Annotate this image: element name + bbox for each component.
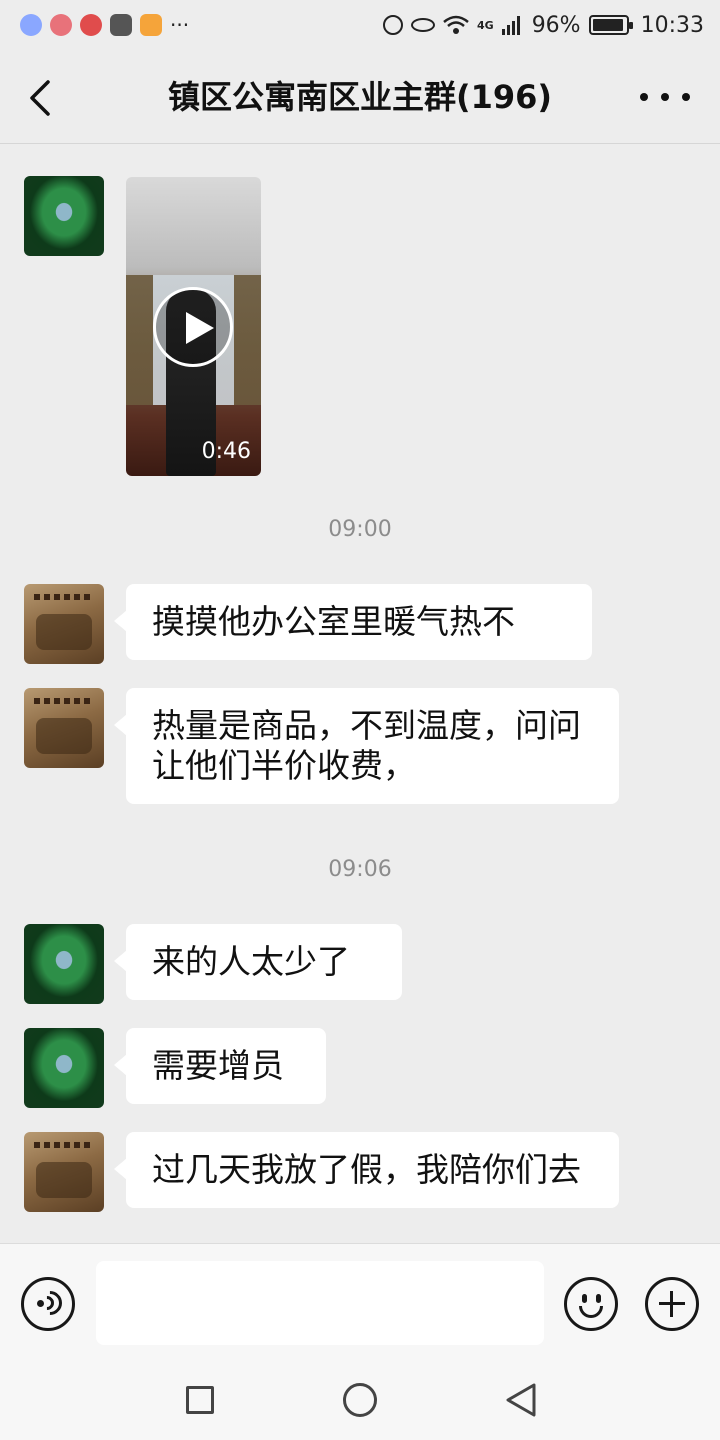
more-options-icon[interactable] (640, 80, 690, 114)
message-bubble[interactable]: 摸摸他办公室里暖气热不 (114, 584, 592, 660)
timestamp: 09:06 (328, 857, 392, 882)
input-bar (0, 1243, 720, 1360)
recent-apps-icon[interactable] (186, 1386, 214, 1414)
alarm-icon (383, 15, 403, 35)
system-navigation-bar (0, 1360, 720, 1440)
dot (640, 93, 648, 101)
emoji-eye (596, 1294, 601, 1303)
signal-icon (501, 16, 520, 35)
video-message[interactable]: 0:46 (126, 177, 261, 476)
voice-arc (33, 1286, 67, 1320)
notification-icons: ··· (20, 13, 383, 37)
battery-level-fill (592, 19, 624, 31)
book-avatar[interactable] (24, 584, 104, 664)
app-notification-icon (110, 14, 132, 36)
emoji-mouth (579, 1306, 603, 1318)
message-bubble[interactable]: 来的人太少了 (114, 924, 402, 1000)
eye-comfort-icon (411, 18, 435, 32)
plus-icon[interactable] (645, 1277, 699, 1331)
message-input[interactable] (96, 1261, 544, 1345)
dot (661, 93, 669, 101)
plus-bar (670, 1291, 673, 1317)
battery-icon (588, 15, 633, 35)
message-list[interactable]: 0:46 09:00 摸摸他办公室里暖气热不 热量是商品，不到温度，问问让他们半… (0, 145, 720, 1243)
group-chat-title: 镇区公寓南区业主群(196) (167, 78, 553, 116)
chat-header: 镇区公寓南区业主群(196) (0, 50, 720, 144)
wifi-icon (443, 15, 469, 34)
play-icon[interactable] (153, 287, 233, 367)
message-bubble[interactable]: 热量是商品，不到温度，问问让他们半价收费， (114, 688, 619, 804)
home-icon[interactable] (343, 1383, 377, 1417)
battery-percent: 96% (531, 12, 581, 38)
book-avatar[interactable] (24, 1132, 104, 1212)
emoji-eye (582, 1294, 587, 1303)
lotus-avatar[interactable] (24, 924, 104, 1004)
back-arrow-icon[interactable] (22, 76, 62, 120)
book-avatar[interactable] (24, 688, 104, 768)
clock: 10:33 (640, 12, 704, 38)
back-icon[interactable] (504, 1382, 538, 1418)
dot (682, 93, 690, 101)
app-notification-icon (50, 14, 72, 36)
voice-icon[interactable] (21, 1277, 75, 1331)
message-bubble[interactable]: 需要增员 (114, 1028, 326, 1104)
more-notifications-indicator: ··· (170, 13, 190, 37)
video-duration: 0:46 (201, 439, 251, 464)
lotus-avatar[interactable] (24, 1028, 104, 1108)
emoji-icon[interactable] (564, 1277, 618, 1331)
app-notification-icon (80, 14, 102, 36)
music-app-icon (20, 14, 42, 36)
network-type-label: 4G (477, 18, 494, 32)
video-app-icon (140, 14, 162, 36)
message-bubble[interactable]: 过几天我放了假，我陪你们去 (114, 1132, 619, 1208)
lotus-avatar[interactable] (24, 176, 104, 256)
timestamp: 09:00 (328, 517, 392, 542)
status-bar: ··· 4G 96% 10:33 (0, 0, 720, 50)
